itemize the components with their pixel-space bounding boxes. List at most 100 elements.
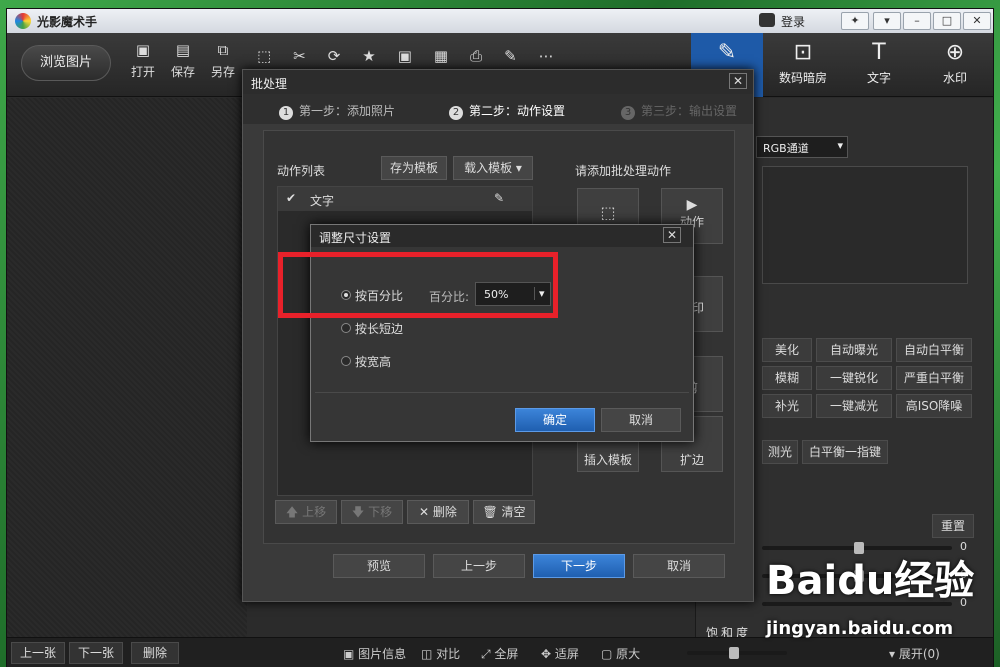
delete-image-button[interactable]: 删除 [131, 642, 179, 664]
ok-button[interactable]: 确定 [515, 408, 595, 432]
add-actions-label: 请添加批处理动作 [575, 164, 672, 178]
fullscreen-button[interactable]: ⤢ 全屏 [481, 645, 518, 662]
reset-button[interactable]: 重置 [932, 514, 974, 538]
app-logo-icon [15, 13, 31, 29]
maximize-button[interactable]: □ [933, 12, 961, 30]
auto-white-balance-button[interactable]: 自动白平衡 [896, 338, 972, 362]
menu-button[interactable]: ▾ [873, 12, 901, 30]
expand-count: (0) [922, 647, 940, 661]
radio-width-height[interactable] [341, 356, 351, 366]
expand-button[interactable]: ▾ 展开(0) [889, 645, 940, 662]
baidu-watermark-url: jingyan.baidu.com [766, 618, 954, 639]
batch-dialog-header: 批处理 ✕ [243, 70, 753, 94]
save-as-label: 另存 [210, 65, 235, 79]
step-1-number: 1 [279, 106, 293, 120]
title-bar: 光影魔术手 登录 ✦ ▾ – □ ✕ [7, 9, 993, 33]
pencil-icon[interactable]: ✎ [494, 191, 504, 205]
radio-long-short[interactable] [341, 323, 351, 333]
fit-icon: ✥ [541, 647, 555, 661]
auto-exposure-button[interactable]: 自动曝光 [816, 338, 892, 362]
tool-icons-row[interactable]: ⬚✂⟳★▣▦⎙✎⋯ [257, 47, 576, 65]
minimize-button[interactable]: – [903, 12, 931, 30]
image-info-button[interactable]: ▣ 图片信息 [343, 645, 406, 662]
save-as-button[interactable]: ⧉ 另存 [203, 41, 243, 80]
crop-icon: ⬚ [600, 203, 616, 222]
channel-select[interactable]: RGB通道 ▾ [756, 136, 848, 158]
batch-close-button[interactable]: ✕ [729, 73, 747, 89]
metering-button[interactable]: 测光 [762, 440, 798, 464]
skin-button[interactable]: ✦ [841, 12, 869, 30]
compare-button[interactable]: ◫ 对比 [421, 645, 460, 662]
open-label: 打开 [130, 65, 155, 79]
fit-screen-button[interactable]: ✥ 适屏 [541, 645, 579, 662]
delete-action-button[interactable]: ✕ 删除 [407, 500, 469, 524]
insert-template-label: 插入模板 [583, 453, 632, 467]
chevron-down-icon: ▾ [837, 139, 843, 152]
list-item[interactable]: ✔ 文字 ✎ [278, 187, 532, 211]
iso-denoise-button[interactable]: 高ISO降噪 [896, 394, 972, 418]
load-template-label: 载入模板 [464, 161, 513, 175]
blur-button[interactable]: 模糊 [762, 366, 812, 390]
resize-dialog-title: 调整尺寸设置 [319, 231, 392, 245]
preview-button[interactable]: 预览 [333, 554, 425, 578]
reduce-light-button[interactable]: 一键减光 [816, 394, 892, 418]
action-list-label: 动作列表 [277, 164, 326, 178]
tab-text[interactable]: T 文字 [843, 33, 915, 97]
save-button[interactable]: ▤ 保存 [163, 41, 203, 80]
add-border-label: 扩边 [679, 453, 704, 467]
step-3-number: 3 [621, 106, 635, 120]
histogram [762, 166, 968, 284]
checkmark-icon: ✔ [286, 191, 297, 205]
load-template-button[interactable]: 载入模板 ▾ [453, 156, 533, 180]
sharpen-button[interactable]: 一键锐化 [816, 366, 892, 390]
info-icon: ▣ [343, 647, 359, 661]
move-down-button[interactable]: 🡇 下移 [341, 500, 403, 524]
next-image-button[interactable]: 下一张 [69, 642, 123, 664]
chevron-down-icon: ▾ [515, 161, 522, 175]
save-label: 保存 [170, 65, 195, 79]
resize-close-button[interactable]: ✕ [663, 227, 681, 243]
strict-white-balance-button[interactable]: 严重白平衡 [896, 366, 972, 390]
step-2: 2 第二步：动作设置 [449, 102, 565, 120]
tab-darkroom-label: 数码暗房 [778, 71, 827, 85]
move-up-button[interactable]: 🡅 上移 [275, 500, 337, 524]
compare-label: 对比 [436, 647, 461, 661]
step-3: 3 第三步：输出设置 [621, 102, 737, 120]
compare-icon: ◫ [421, 647, 437, 661]
tab-darkroom[interactable]: ⊡ 数码暗房 [767, 33, 839, 97]
next-step-button[interactable]: 下一步 [533, 554, 625, 578]
fill-light-button[interactable]: 补光 [762, 394, 812, 418]
darkroom-icon: ⊡ [793, 40, 813, 65]
open-button[interactable]: ▣ 打开 [123, 41, 163, 80]
resize-cancel-button[interactable]: 取消 [601, 408, 681, 432]
list-item-label: 文字 [310, 194, 335, 208]
edit-icon: ✎ [717, 40, 737, 65]
resize-dialog-header: 调整尺寸设置 ✕ [311, 225, 693, 247]
save-as-icon: ⧉ [217, 41, 229, 59]
image-info-label: 图片信息 [358, 647, 407, 661]
beautify-button[interactable]: 美化 [762, 338, 812, 362]
browse-images-button[interactable]: 浏览图片 [21, 45, 111, 81]
tab-text-label: 文字 [866, 71, 891, 85]
move-up-label: 上移 [302, 505, 327, 519]
watermark-icon: ⊕ [945, 40, 965, 65]
prev-image-button[interactable]: 上一张 [11, 642, 65, 664]
batch-cancel-button[interactable]: 取消 [633, 554, 725, 578]
white-balance-one-click-button[interactable]: 白平衡一指键 [802, 440, 888, 464]
original-size-button[interactable]: ▢ 原大 [601, 645, 640, 662]
step-2-label: 第二步：动作设置 [469, 104, 566, 118]
save-template-button[interactable]: 存为模板 [381, 156, 447, 180]
step-indicator: 1 第一步：添加照片 2 第二步：动作设置 3 第三步：输出设置 [243, 94, 753, 124]
prev-step-button[interactable]: 上一步 [433, 554, 525, 578]
clear-button[interactable]: 🗑 清空 [473, 500, 535, 524]
login-button[interactable]: 登录 [759, 12, 837, 30]
tab-watermark[interactable]: ⊕ 水印 [919, 33, 991, 97]
tab-watermark-label: 水印 [942, 71, 967, 85]
close-button[interactable]: ✕ [963, 12, 991, 30]
arrow-down-icon: 🡇 [351, 505, 369, 519]
fullscreen-icon: ⤢ [481, 647, 495, 661]
step-1-label: 第一步：添加照片 [299, 104, 396, 118]
zoom-slider-knob[interactable] [729, 647, 739, 659]
fullscreen-label: 全屏 [494, 647, 519, 661]
move-down-label: 下移 [368, 505, 393, 519]
